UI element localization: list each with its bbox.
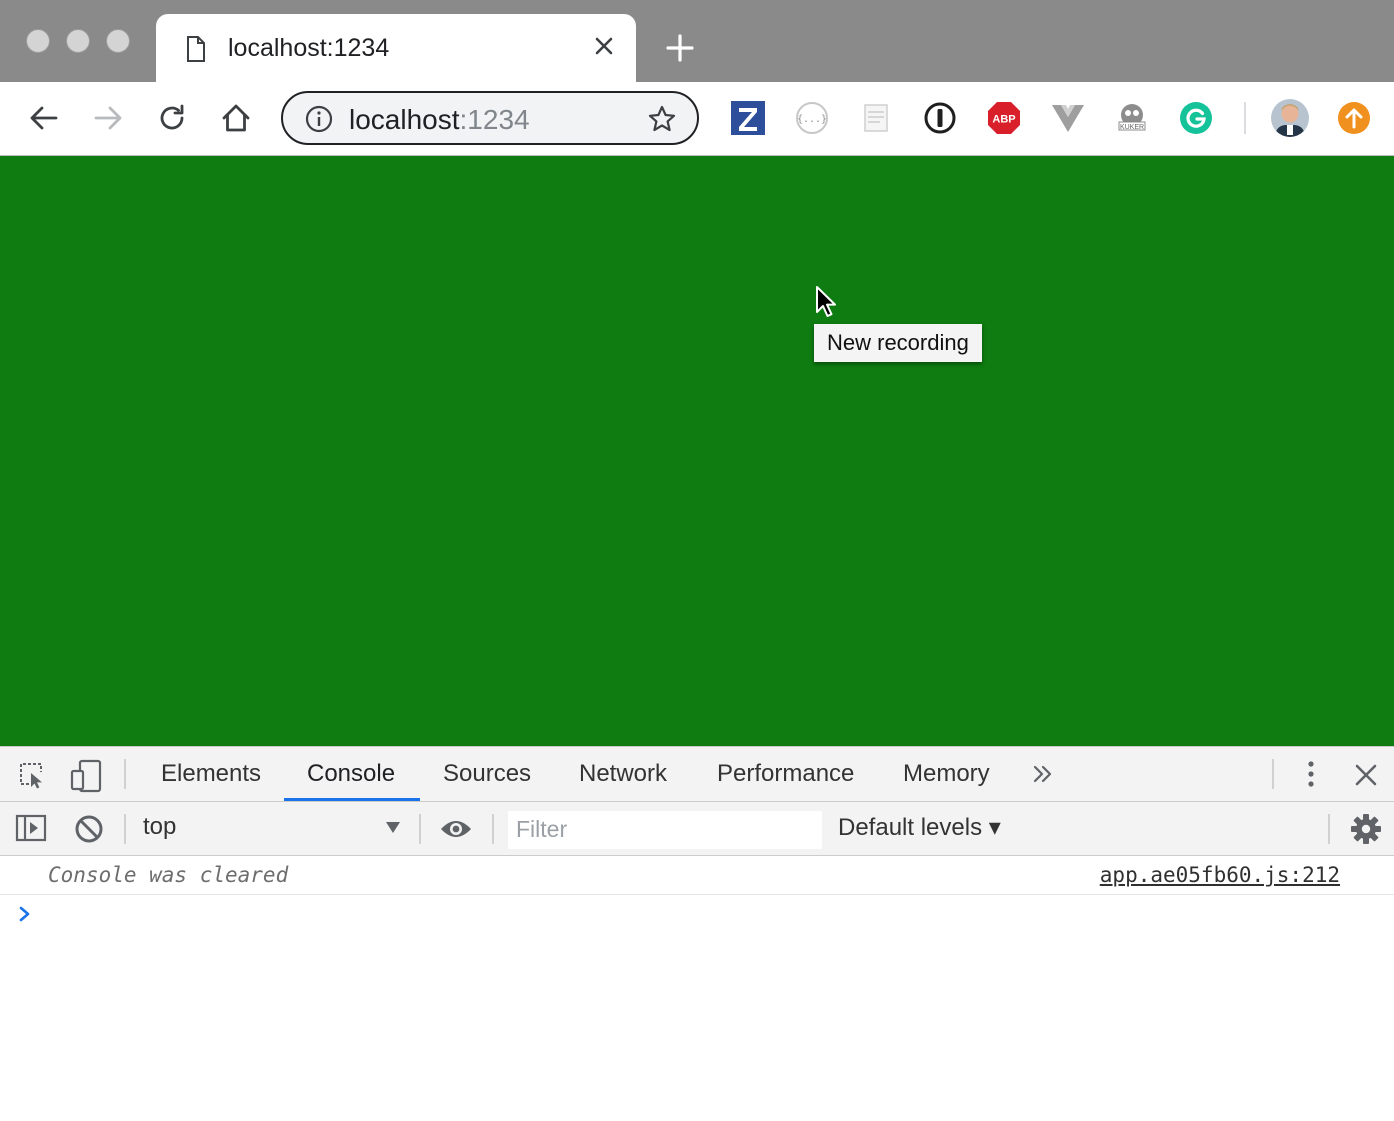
window-minimize-button[interactable]: [66, 29, 90, 53]
svg-text:{...}: {...}: [797, 114, 827, 125]
address-bar[interactable]: localhost:1234: [281, 91, 699, 145]
console-settings-button[interactable]: [1349, 812, 1383, 846]
arrow-right-icon: [94, 106, 122, 130]
tooltip: New recording: [814, 324, 982, 362]
document-icon: [187, 36, 205, 62]
console-filter[interactable]: [508, 811, 822, 849]
update-available-icon[interactable]: [1336, 100, 1372, 136]
tab-bar-divider: [124, 759, 126, 789]
console-message-text: Console was cleared: [48, 863, 289, 887]
tab-bar-divider-right: [1272, 759, 1274, 789]
window-zoom-button[interactable]: [106, 29, 130, 53]
adblock-plus-icon[interactable]: ABP: [986, 100, 1022, 136]
gear-icon: [1351, 814, 1381, 844]
vue-devtools-icon[interactable]: [1050, 100, 1086, 136]
tab-console[interactable]: Console: [307, 747, 395, 801]
arrow-left-icon: [30, 106, 58, 130]
title-bar: localhost:1234: [0, 0, 1394, 82]
toolbar-separator: [1244, 102, 1246, 134]
dropdown-arrow-icon[interactable]: [384, 820, 402, 834]
tab-performance[interactable]: Performance: [717, 747, 854, 801]
log-levels-dropdown[interactable]: Default levels ▾: [838, 813, 1001, 842]
zotero-icon[interactable]: [730, 100, 766, 136]
device-toolbar-button[interactable]: [70, 759, 104, 793]
close-tab-icon[interactable]: [590, 32, 618, 60]
page-ruler-icon[interactable]: [858, 100, 894, 136]
source-link[interactable]: app.ae05fb60.js:212: [1100, 863, 1340, 887]
close-devtools-button[interactable]: [1352, 761, 1380, 789]
browser-toolbar: localhost:1234 {...} ABP KUKER: [0, 82, 1394, 156]
clear-console-button[interactable]: [73, 813, 105, 845]
new-tab-icon[interactable]: [664, 32, 696, 64]
console-toolbar-divider: [492, 814, 494, 844]
kebab-menu-icon: [1308, 761, 1314, 787]
tab-elements[interactable]: Elements: [161, 747, 261, 801]
profile-avatar-icon[interactable]: [1270, 98, 1310, 138]
browser-tab[interactable]: localhost:1234: [156, 14, 636, 82]
console-message: Console was cleared app.ae05fb60.js:212: [0, 856, 1394, 895]
devtools-tab-bar: Elements Console Sources Network Perform…: [0, 747, 1394, 802]
reload-icon: [160, 104, 184, 130]
svg-text:ABP: ABP: [992, 114, 1015, 126]
kuker-icon[interactable]: KUKER: [1114, 100, 1150, 136]
console-toolbar-divider: [124, 814, 126, 844]
url-text[interactable]: localhost:1234: [349, 104, 530, 136]
json-viewer-icon[interactable]: {...}: [794, 100, 830, 136]
show-sidebar-button[interactable]: [14, 813, 48, 843]
svg-text:KUKER: KUKER: [1120, 124, 1144, 131]
home-icon: [222, 104, 250, 132]
block-icon: [75, 815, 103, 843]
console-toolbar-divider: [419, 814, 421, 844]
filter-input[interactable]: [508, 811, 806, 847]
live-expression-button[interactable]: [438, 814, 474, 844]
mouse-cursor-icon: [816, 286, 836, 317]
console-toolbar: top Default levels ▾: [0, 802, 1394, 856]
info-icon[interactable]: [305, 105, 333, 133]
page-viewport[interactable]: [0, 156, 1394, 746]
inspect-element-button[interactable]: [16, 759, 48, 791]
grammarly-icon[interactable]: [1178, 100, 1214, 136]
tab-memory[interactable]: Memory: [903, 747, 990, 801]
forward-button[interactable]: [90, 100, 126, 136]
tab-network[interactable]: Network: [579, 747, 667, 801]
tab-sources[interactable]: Sources: [443, 747, 531, 801]
reload-button[interactable]: [154, 100, 190, 136]
devtools-panel: Elements Console Sources Network Perform…: [0, 746, 1394, 1121]
active-tab-indicator: [284, 798, 420, 801]
inspect-cursor-icon: [20, 763, 42, 789]
more-tabs-button[interactable]: [1030, 761, 1056, 787]
console-toolbar-divider: [1328, 814, 1330, 844]
1password-icon[interactable]: [922, 100, 958, 136]
window-close-button[interactable]: [26, 29, 50, 53]
back-button[interactable]: [26, 100, 62, 136]
device-mode-icon: [70, 759, 102, 793]
eye-icon: [441, 821, 471, 837]
console-prompt-icon[interactable]: [18, 904, 32, 924]
close-icon: [1355, 764, 1377, 786]
js-context-selector[interactable]: top: [143, 813, 176, 841]
devtools-menu-button[interactable]: [1298, 759, 1324, 789]
sidebar-toggle-icon: [15, 814, 47, 842]
home-button[interactable]: [218, 100, 254, 136]
url-port: :1234: [459, 104, 530, 135]
chevron-double-right-icon: [1033, 765, 1052, 783]
tab-title: localhost:1234: [228, 34, 390, 62]
url-host: localhost: [349, 104, 460, 135]
star-icon[interactable]: [647, 104, 677, 134]
